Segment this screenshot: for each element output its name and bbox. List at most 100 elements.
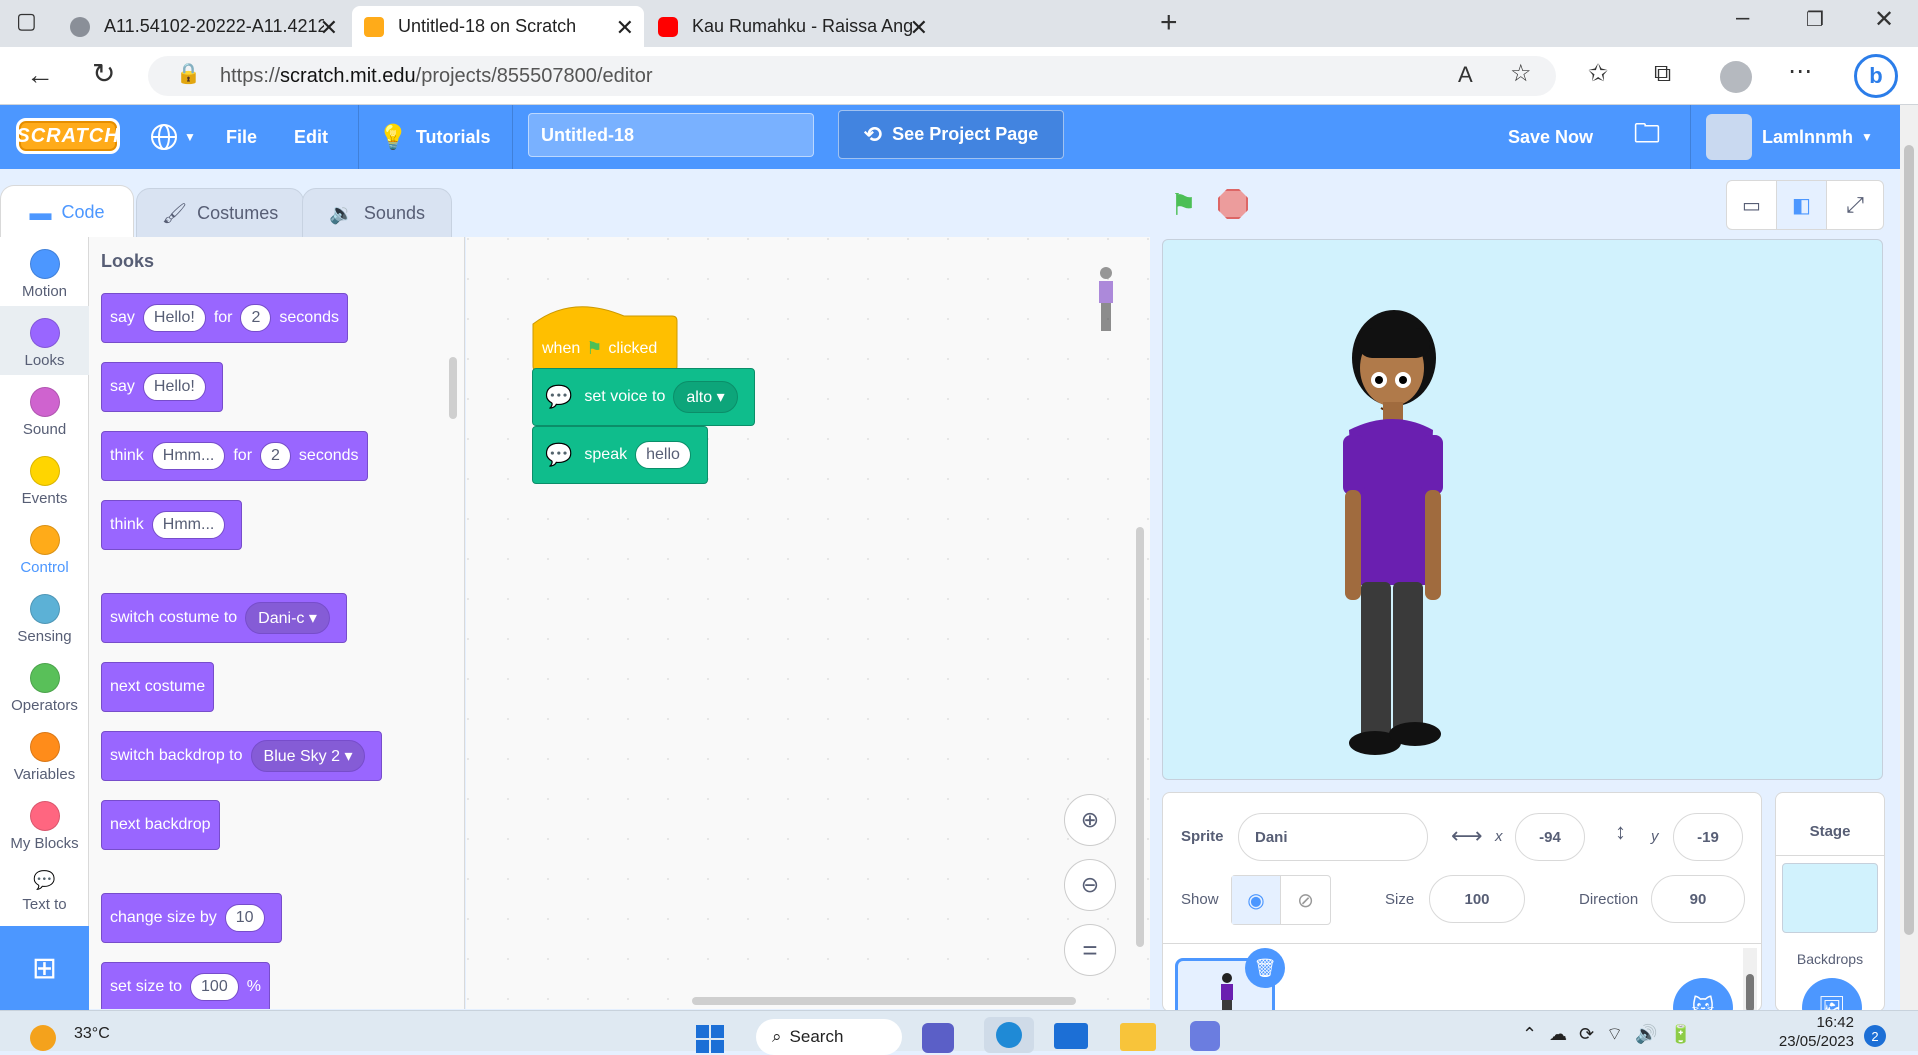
direction-input[interactable]: 90 <box>1651 875 1745 923</box>
tab-moodle[interactable]: A11.54102-20222-A11.4212: TUG ✕ <box>58 6 348 47</box>
workspace-vertical-scrollbar[interactable] <box>1136 527 1144 947</box>
block-next-backdrop[interactable]: next backdrop <box>101 800 220 850</box>
favorites-icon[interactable]: ✩ <box>1588 62 1608 86</box>
block-set-voice[interactable]: 💬 set voice to alto ▾ <box>532 368 755 426</box>
save-now-button[interactable]: Save Now <box>1508 105 1593 169</box>
zoom-out-button[interactable]: ⊖ <box>1064 859 1116 911</box>
restore-icon[interactable]: ❐ <box>1806 10 1824 30</box>
windows-taskbar: 33°C ⌕ Search ⌃☁⟳⌔🔊🔋 16:42 23/05/2023 2 <box>0 1010 1918 1055</box>
mail-icon[interactable] <box>1054 1023 1088 1049</box>
backdrop-thumbnail[interactable] <box>1782 863 1878 933</box>
block-change-size[interactable]: change size by 10 <box>101 893 282 943</box>
account-menu[interactable]: Lamlnnmh ▼ <box>1706 105 1873 169</box>
script-workspace[interactable]: when ⚑ clicked 💬 set voice to alto ▾ 💬 s… <box>466 237 1150 1009</box>
stage-selector-panel[interactable]: Stage Backdrops 🖼 <box>1775 792 1885 1038</box>
stop-button[interactable] <box>1218 189 1248 219</box>
teams-icon[interactable] <box>922 1023 954 1053</box>
category-variables[interactable]: Variables <box>0 720 89 789</box>
page-scrollbar[interactable] <box>1900 105 1918 1010</box>
new-tab-button[interactable]: + <box>1160 8 1178 38</box>
close-tab-icon[interactable]: ✕ <box>616 15 634 41</box>
block-say[interactable]: say Hello! <box>101 362 223 412</box>
close-tab-icon[interactable]: ✕ <box>320 15 338 41</box>
category-events[interactable]: Events <box>0 444 89 513</box>
category-my-blocks[interactable]: My Blocks <box>0 789 89 858</box>
back-icon[interactable]: ← <box>26 61 54 89</box>
language-menu[interactable]: ▼ <box>150 105 196 169</box>
edit-menu[interactable]: Edit <box>294 105 328 169</box>
lock-icon[interactable]: 🔒 <box>176 64 201 84</box>
file-explorer-icon[interactable] <box>1120 1023 1156 1051</box>
tab-costumes[interactable]: 🖌 Costumes <box>136 188 304 238</box>
block-say-for-secs[interactable]: say Hello! for 2 seconds <box>101 293 348 343</box>
favorite-add-icon[interactable]: ☆ <box>1510 62 1532 86</box>
stage-canvas[interactable] <box>1162 239 1883 780</box>
edge-taskbar-icon[interactable] <box>984 1017 1034 1053</box>
minimize-icon[interactable]: – <box>1736 6 1749 30</box>
hide-sprite-button[interactable]: ⊘ <box>1281 876 1330 924</box>
url-field[interactable]: 🔒 https://scratch.mit.edu/projects/85550… <box>148 56 1556 96</box>
profile-avatar[interactable] <box>1720 61 1752 93</box>
zoom-reset-button[interactable]: = <box>1064 924 1116 976</box>
tab-sounds[interactable]: 🔉 Sounds <box>302 188 452 238</box>
tab-scratch[interactable]: Untitled-18 on Scratch ✕ <box>352 6 644 47</box>
x-position-input[interactable]: -94 <box>1515 813 1585 861</box>
workspace-horizontal-scrollbar[interactable] <box>692 997 1076 1005</box>
sprite-list-scrollbar[interactable] <box>1743 948 1757 1012</box>
tab-code[interactable]: ▬ Code <box>0 185 134 239</box>
category-looks[interactable]: Looks <box>0 306 89 375</box>
category-sensing[interactable]: Sensing <box>0 582 89 651</box>
bing-icon[interactable]: b <box>1854 54 1898 98</box>
category-control[interactable]: Control <box>0 513 89 582</box>
fullscreen-button[interactable]: ⤢ <box>1827 181 1883 229</box>
show-sprite-button[interactable]: ◉ <box>1232 876 1282 924</box>
block-speak[interactable]: 💬 speak hello <box>532 426 708 484</box>
category-sound[interactable]: Sound <box>0 375 89 444</box>
notification-badge[interactable]: 2 <box>1864 1025 1886 1047</box>
category-motion[interactable]: Motion <box>0 237 89 306</box>
block-think-for-secs[interactable]: think Hmm... for 2 seconds <box>101 431 368 481</box>
app-icon[interactable] <box>1190 1021 1220 1051</box>
collections-icon[interactable]: ⧉ <box>1654 62 1671 86</box>
green-flag-icon: ⚑ <box>586 338 603 358</box>
add-extension-button[interactable]: ⊞ <box>0 926 89 1010</box>
close-tab-icon[interactable]: ✕ <box>910 15 928 41</box>
block-switch-backdrop[interactable]: switch backdrop to Blue Sky 2 ▾ <box>101 731 383 781</box>
delete-sprite-button[interactable]: 🗑 <box>1245 948 1285 988</box>
project-title-input[interactable]: Untitled-18 <box>528 113 814 157</box>
taskbar-search[interactable]: ⌕ Search <box>756 1019 902 1055</box>
refresh-icon[interactable]: ↻ <box>92 60 115 88</box>
block-next-costume[interactable]: next costume <box>101 662 215 712</box>
more-icon[interactable]: ⋯ <box>1788 60 1812 84</box>
green-flag-button[interactable]: ⚑ <box>1170 188 1197 223</box>
tutorials-button[interactable]: 💡 Tutorials <box>378 105 491 169</box>
block-think[interactable]: think Hmm... <box>101 500 243 550</box>
see-project-page-button[interactable]: ⟲ See Project Page <box>838 110 1064 159</box>
zoom-in-button[interactable]: ⊕ <box>1064 794 1116 846</box>
voice-dropdown[interactable]: alto ▾ <box>673 381 738 413</box>
block-set-size[interactable]: set size to 100% <box>101 962 270 1009</box>
category-text-to-speech[interactable]: 💬 Text to Speech <box>0 858 89 910</box>
tab-youtube[interactable]: Kau Rumahku - Raissa Anggiani ( ✕ <box>646 6 938 47</box>
palette-scrollbar[interactable] <box>449 357 457 419</box>
my-stuff-folder-icon[interactable]: 🗀 <box>1634 105 1660 169</box>
read-aloud-icon[interactable]: A <box>1458 64 1473 86</box>
sprite-dani[interactable] <box>1163 240 1884 781</box>
costume-dropdown[interactable]: Dani-c ▾ <box>245 602 330 634</box>
system-tray-icons[interactable]: ⌃☁⟳⌔🔊🔋 <box>1522 1023 1704 1046</box>
block-when-flag-clicked[interactable]: when ⚑ clicked <box>532 302 678 374</box>
scratch-logo[interactable]: SCRATCH <box>16 118 120 154</box>
backdrop-dropdown[interactable]: Blue Sky 2 ▾ <box>250 740 366 772</box>
y-position-input[interactable]: -19 <box>1673 813 1743 861</box>
tab-actions-icon[interactable]: ▢ <box>16 10 37 32</box>
size-input[interactable]: 100 <box>1429 875 1525 923</box>
file-menu[interactable]: File <box>226 105 257 169</box>
close-window-icon[interactable]: ✕ <box>1874 8 1894 32</box>
sprite-name-input[interactable]: Dani <box>1238 813 1428 861</box>
weather-icon[interactable] <box>30 1025 56 1051</box>
category-operators[interactable]: Operators <box>0 651 89 720</box>
normal-stage-button[interactable]: ◧ <box>1777 181 1827 229</box>
small-stage-button[interactable]: ▭ <box>1727 181 1777 229</box>
block-switch-costume[interactable]: switch costume to Dani-c ▾ <box>101 593 347 643</box>
windows-start-icon[interactable] <box>696 1025 724 1053</box>
